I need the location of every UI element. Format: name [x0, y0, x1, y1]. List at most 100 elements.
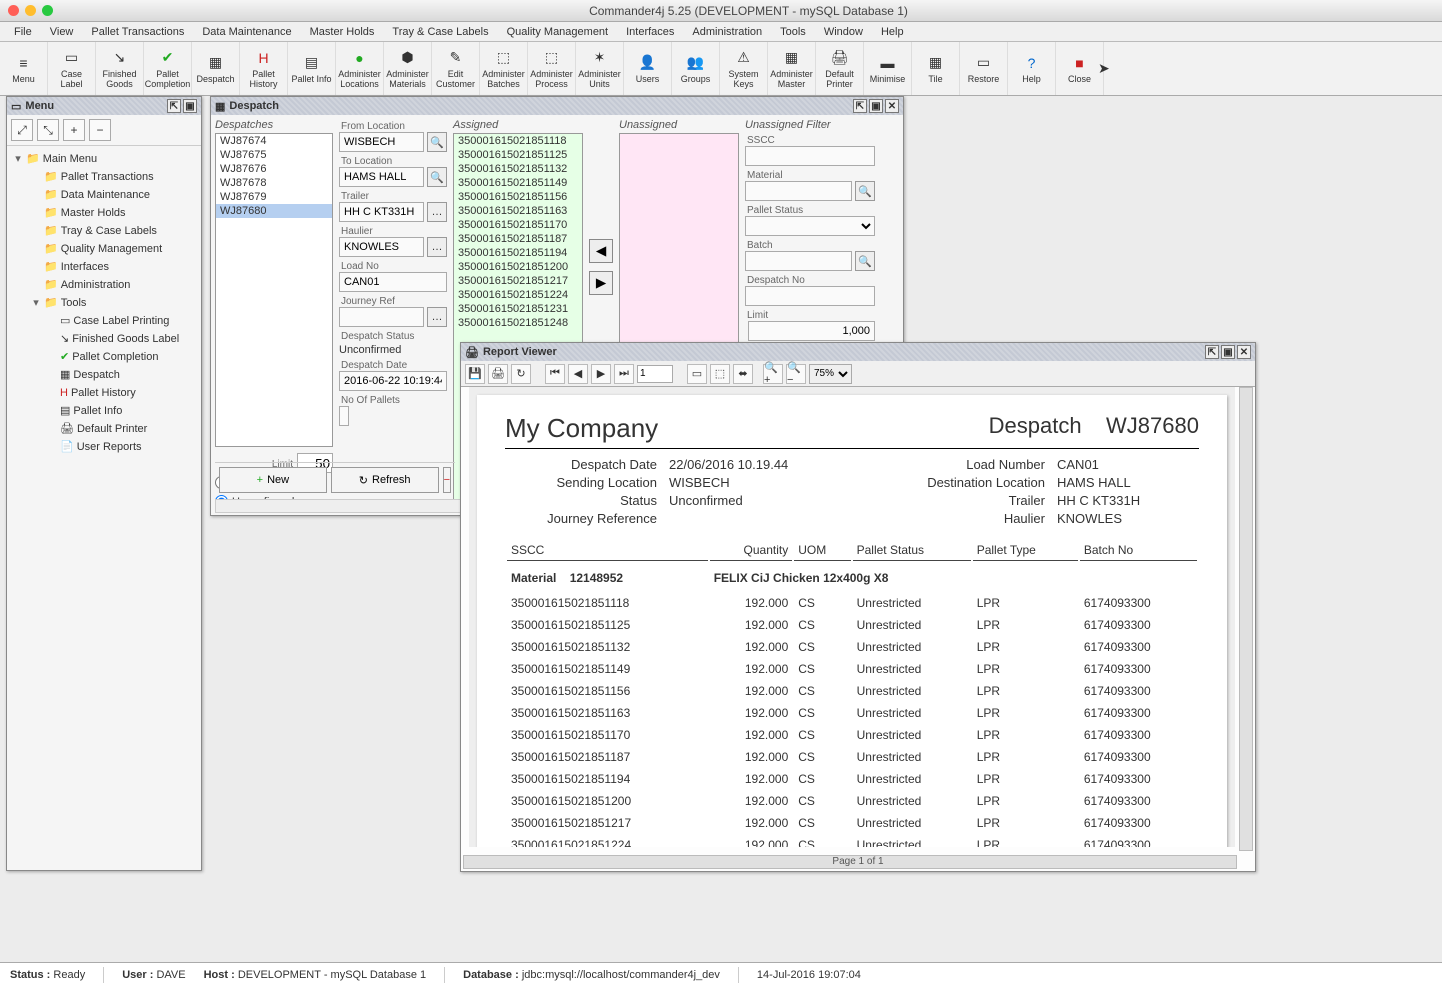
toolbar-administer-materials[interactable]: ⬢Administer Materials: [384, 42, 432, 95]
toolbar-administer-batches[interactable]: ⬚Administer Batches: [480, 42, 528, 95]
lookup-icon[interactable]: 🔍: [427, 167, 447, 187]
assign-button[interactable]: ◀: [589, 239, 613, 263]
tree-quality-management[interactable]: 📁Quality Management: [9, 240, 199, 258]
menu-panel-title[interactable]: ▭ Menu ⇱▣: [7, 97, 201, 115]
maximize-icon[interactable]: ▣: [869, 99, 883, 113]
first-page-icon[interactable]: ⏮: [545, 364, 565, 384]
loadno-input[interactable]: [339, 272, 447, 292]
filter-despno-input[interactable]: [745, 286, 875, 306]
assigned-item[interactable]: 350001615021851149: [454, 176, 582, 190]
tree-interfaces[interactable]: 📁Interfaces: [9, 258, 199, 276]
assigned-item[interactable]: 350001615021851187: [454, 232, 582, 246]
ellipsis-icon[interactable]: …: [427, 307, 447, 327]
save-icon[interactable]: 💾: [465, 364, 485, 384]
tree-finished-goods-label[interactable]: ↘Finished Goods Label: [9, 330, 199, 348]
tree-despatch[interactable]: ▦Despatch: [9, 366, 199, 384]
toolbar-despatch[interactable]: ▦Despatch: [192, 42, 240, 95]
journeyref-input[interactable]: [339, 307, 424, 327]
menu-master-holds[interactable]: Master Holds: [302, 24, 383, 40]
despatch-item[interactable]: WJ87680: [216, 204, 332, 218]
tree-user-reports[interactable]: 📄User Reports: [9, 438, 199, 456]
tree-default-printer[interactable]: 🖨Default Printer: [9, 420, 199, 438]
despatch-item[interactable]: WJ87676: [216, 162, 332, 176]
assigned-item[interactable]: 350001615021851224: [454, 288, 582, 302]
tree-data-maintenance[interactable]: 📁Data Maintenance: [9, 186, 199, 204]
menu-administration[interactable]: Administration: [684, 24, 770, 40]
from-location-input[interactable]: [339, 132, 424, 152]
refresh-icon[interactable]: ↻: [511, 364, 531, 384]
toolbar-menu[interactable]: ≡Menu: [0, 42, 48, 95]
page-number-input[interactable]: [637, 365, 673, 383]
tree-administration[interactable]: 📁Administration: [9, 276, 199, 294]
menu-tray-case-labels[interactable]: Tray & Case Labels: [384, 24, 496, 40]
new-button[interactable]: +New: [219, 467, 327, 493]
no-pallets-input[interactable]: [339, 406, 349, 426]
dock-icon[interactable]: ⇱: [1205, 345, 1219, 359]
menu-help[interactable]: Help: [873, 24, 912, 40]
last-page-icon[interactable]: ⏭: [614, 364, 634, 384]
menu-data-maintenance[interactable]: Data Maintenance: [194, 24, 299, 40]
tree-pallet-history[interactable]: HPallet History: [9, 384, 199, 402]
despatch-date-input[interactable]: [339, 371, 447, 391]
menu-window[interactable]: Window: [816, 24, 871, 40]
toolbar-administer-process[interactable]: ⬚Administer Process: [528, 42, 576, 95]
filter-material-input[interactable]: [745, 181, 852, 201]
assigned-item[interactable]: 350001615021851231: [454, 302, 582, 316]
print-icon[interactable]: 🖨: [488, 364, 508, 384]
toolbar-groups[interactable]: 👥Groups: [672, 42, 720, 95]
report-panel-title[interactable]: 🖨 Report Viewer ⇱▣✕: [461, 343, 1255, 361]
lookup-icon[interactable]: 🔍: [427, 132, 447, 152]
ellipsis-icon[interactable]: …: [427, 202, 447, 222]
tree-minus-icon[interactable]: −: [89, 119, 111, 141]
close-icon[interactable]: ✕: [1237, 345, 1251, 359]
lookup-icon[interactable]: 🔍: [855, 251, 875, 271]
ellipsis-icon[interactable]: …: [427, 237, 447, 257]
maximize-window-icon[interactable]: [42, 5, 53, 16]
toolbar-edit-customer[interactable]: ✎Edit Customer: [432, 42, 480, 95]
filter-batch-input[interactable]: [745, 251, 852, 271]
assigned-item[interactable]: 350001615021851170: [454, 218, 582, 232]
assigned-item[interactable]: 350001615021851132: [454, 162, 582, 176]
despatch-item[interactable]: WJ87675: [216, 148, 332, 162]
toolbar-users[interactable]: 👤Users: [624, 42, 672, 95]
collapse-icon[interactable]: ⤡: [37, 119, 59, 141]
filter-status-select[interactable]: [745, 216, 875, 236]
filter-sscc-input[interactable]: [745, 146, 875, 166]
tree-tools[interactable]: ▾📁Tools: [9, 294, 199, 312]
actual-size-icon[interactable]: ▭: [687, 364, 707, 384]
to-location-input[interactable]: [339, 167, 424, 187]
vertical-scrollbar[interactable]: [1239, 387, 1253, 851]
tree-pallet-transactions[interactable]: 📁Pallet Transactions: [9, 168, 199, 186]
refresh-button[interactable]: ↻Refresh: [331, 467, 439, 493]
toolbar-minimise[interactable]: ▬Minimise: [864, 42, 912, 95]
report-page-area[interactable]: My Company Despatch WJ87680 Despatch Dat…: [469, 387, 1235, 847]
assigned-item[interactable]: 350001615021851156: [454, 190, 582, 204]
tree-pallet-completion[interactable]: ✔Pallet Completion: [9, 348, 199, 366]
menu-pallet-transactions[interactable]: Pallet Transactions: [83, 24, 192, 40]
fit-width-icon[interactable]: ⬌: [733, 364, 753, 384]
fit-page-icon[interactable]: ⬚: [710, 364, 730, 384]
zoom-select[interactable]: 75%: [809, 364, 852, 384]
menu-file[interactable]: File: [6, 24, 40, 40]
close-window-icon[interactable]: [8, 5, 19, 16]
menu-tools[interactable]: Tools: [772, 24, 814, 40]
toolbar-pallet-completion[interactable]: ✔Pallet Completion: [144, 42, 192, 95]
toolbar-case-label[interactable]: ▭Case Label: [48, 42, 96, 95]
despatch-item[interactable]: WJ87674: [216, 134, 332, 148]
toolbar-administer-units[interactable]: ✶Administer Units: [576, 42, 624, 95]
assigned-item[interactable]: 350001615021851118: [454, 134, 582, 148]
haulier-input[interactable]: [339, 237, 424, 257]
dock-icon[interactable]: ⇱: [853, 99, 867, 113]
zoom-in-icon[interactable]: 🔍+: [763, 364, 783, 384]
minimize-window-icon[interactable]: [25, 5, 36, 16]
assigned-item[interactable]: 350001615021851248: [454, 316, 582, 330]
toolbar-administer-master[interactable]: ▦Administer Master: [768, 42, 816, 95]
menu-view[interactable]: View: [42, 24, 82, 40]
assigned-item[interactable]: 350001615021851125: [454, 148, 582, 162]
maximize-icon[interactable]: ▣: [1221, 345, 1235, 359]
toolbar-pallet-history[interactable]: HPallet History: [240, 42, 288, 95]
assigned-item[interactable]: 350001615021851200: [454, 260, 582, 274]
toolbar-finished-goods[interactable]: ↘Finished Goods: [96, 42, 144, 95]
toolbar-help[interactable]: ?Help: [1008, 42, 1056, 95]
filter-limit-input[interactable]: [748, 321, 875, 341]
